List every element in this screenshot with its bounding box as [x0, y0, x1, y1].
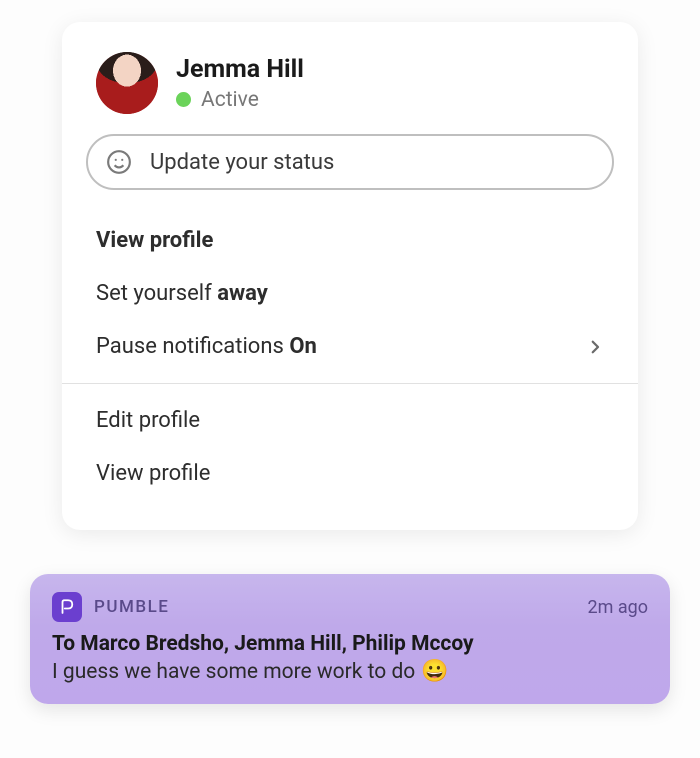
menu-label: Set yourself away — [96, 281, 268, 306]
profile-info: Jemma Hill Active — [176, 55, 304, 112]
menu-view-profile-2[interactable]: View profile — [62, 447, 638, 500]
profile-menu-card: Jemma Hill Active Update your status Vie… — [62, 22, 638, 530]
notification-app: PUMBLE — [52, 592, 169, 622]
grinning-face-emoji-icon: 😀 — [421, 661, 448, 683]
menu-pause-notifications[interactable]: Pause notifications On — [62, 320, 638, 373]
menu-label: View profile — [96, 461, 210, 486]
menu-list: View profile Set yourself away Pause not… — [62, 214, 638, 500]
notification-time: 2m ago — [587, 597, 648, 618]
presence-row: Active — [176, 88, 304, 112]
presence-dot-icon — [176, 92, 191, 107]
menu-label: Edit profile — [96, 408, 200, 433]
notification-title: To Marco Bredsho, Jemma Hill, Philip Mcc… — [52, 632, 648, 656]
notification-app-name: PUMBLE — [94, 597, 169, 617]
notification-body: I guess we have some more work to do 😀 — [52, 660, 648, 684]
presence-label: Active — [201, 88, 259, 112]
notification-toast[interactable]: PUMBLE 2m ago To Marco Bredsho, Jemma Hi… — [30, 574, 670, 704]
menu-divider — [62, 383, 638, 384]
smiley-icon — [106, 149, 132, 175]
notification-body-text: I guess we have some more work to do — [52, 660, 415, 684]
chevron-right-icon — [586, 338, 604, 356]
status-input[interactable]: Update your status — [86, 134, 614, 190]
menu-edit-profile[interactable]: Edit profile — [62, 394, 638, 447]
menu-label: Pause notifications On — [96, 334, 317, 359]
profile-header: Jemma Hill Active — [62, 22, 638, 134]
avatar[interactable] — [96, 52, 158, 114]
notification-header: PUMBLE 2m ago — [52, 592, 648, 622]
profile-name: Jemma Hill — [176, 55, 304, 84]
status-placeholder: Update your status — [150, 150, 334, 175]
menu-label: View profile — [96, 228, 213, 253]
menu-set-away[interactable]: Set yourself away — [62, 267, 638, 320]
menu-view-profile[interactable]: View profile — [62, 214, 638, 267]
pumble-app-icon — [52, 592, 82, 622]
